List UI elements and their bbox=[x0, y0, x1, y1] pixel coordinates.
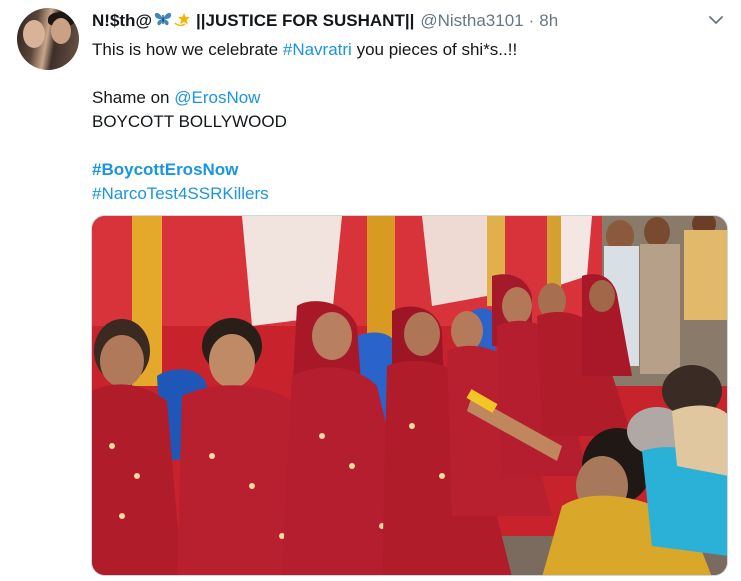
tweet-header: N!$th@ ||JUSTICE FOR SUSHANT|| @Nistha31… bbox=[92, 9, 558, 33]
chevron-down-icon[interactable] bbox=[705, 10, 727, 30]
user-handle[interactable]: @Nistha3101 bbox=[420, 11, 523, 31]
photo-scene bbox=[92, 216, 727, 575]
avatar-face-left bbox=[23, 20, 45, 48]
tweet-timestamp[interactable]: 8h bbox=[539, 11, 558, 31]
dizzy-star-emoji-icon bbox=[174, 11, 192, 31]
tweet-text: This is how we celebrate #Navratri you p… bbox=[92, 38, 732, 206]
header-separator: · bbox=[528, 11, 535, 30]
tweet-text-segment: you pieces of shi*s..!! bbox=[351, 40, 518, 59]
hashtag-link[interactable]: #NarcoTest4SSRKillers bbox=[92, 184, 269, 203]
mention-link[interactable]: @ErosNow bbox=[174, 88, 260, 107]
hashtag-link[interactable]: #BoycottErosNow bbox=[92, 160, 238, 179]
tweet-text-segment: BOYCOTT BOLLYWOOD bbox=[92, 112, 287, 131]
avatar-face-right bbox=[51, 18, 71, 44]
tweet-text-segment: This is how we celebrate bbox=[92, 40, 283, 59]
tweet-text-line: This is how we celebrate #Navratri you p… bbox=[92, 38, 732, 62]
tweet-photo[interactable] bbox=[91, 215, 728, 576]
butterfly-emoji-icon bbox=[154, 11, 172, 31]
tweet-text-line: #NarcoTest4SSRKillers bbox=[92, 182, 732, 206]
display-name[interactable]: N!$th@ bbox=[92, 11, 152, 31]
tweet[interactable]: N!$th@ ||JUSTICE FOR SUSHANT|| @Nistha31… bbox=[0, 0, 741, 581]
tweet-text-line: BOYCOTT BOLLYWOOD bbox=[92, 110, 732, 134]
tweet-text-segment: Shame on bbox=[92, 88, 175, 107]
hashtag-link[interactable]: #Navratri bbox=[283, 40, 352, 59]
display-name-suffix[interactable]: ||JUSTICE FOR SUSHANT|| bbox=[196, 11, 414, 31]
tweet-text-line: #BoycottErosNow bbox=[92, 158, 732, 182]
tweet-text-line: Shame on @ErosNow bbox=[92, 86, 732, 110]
avatar[interactable] bbox=[17, 8, 79, 70]
